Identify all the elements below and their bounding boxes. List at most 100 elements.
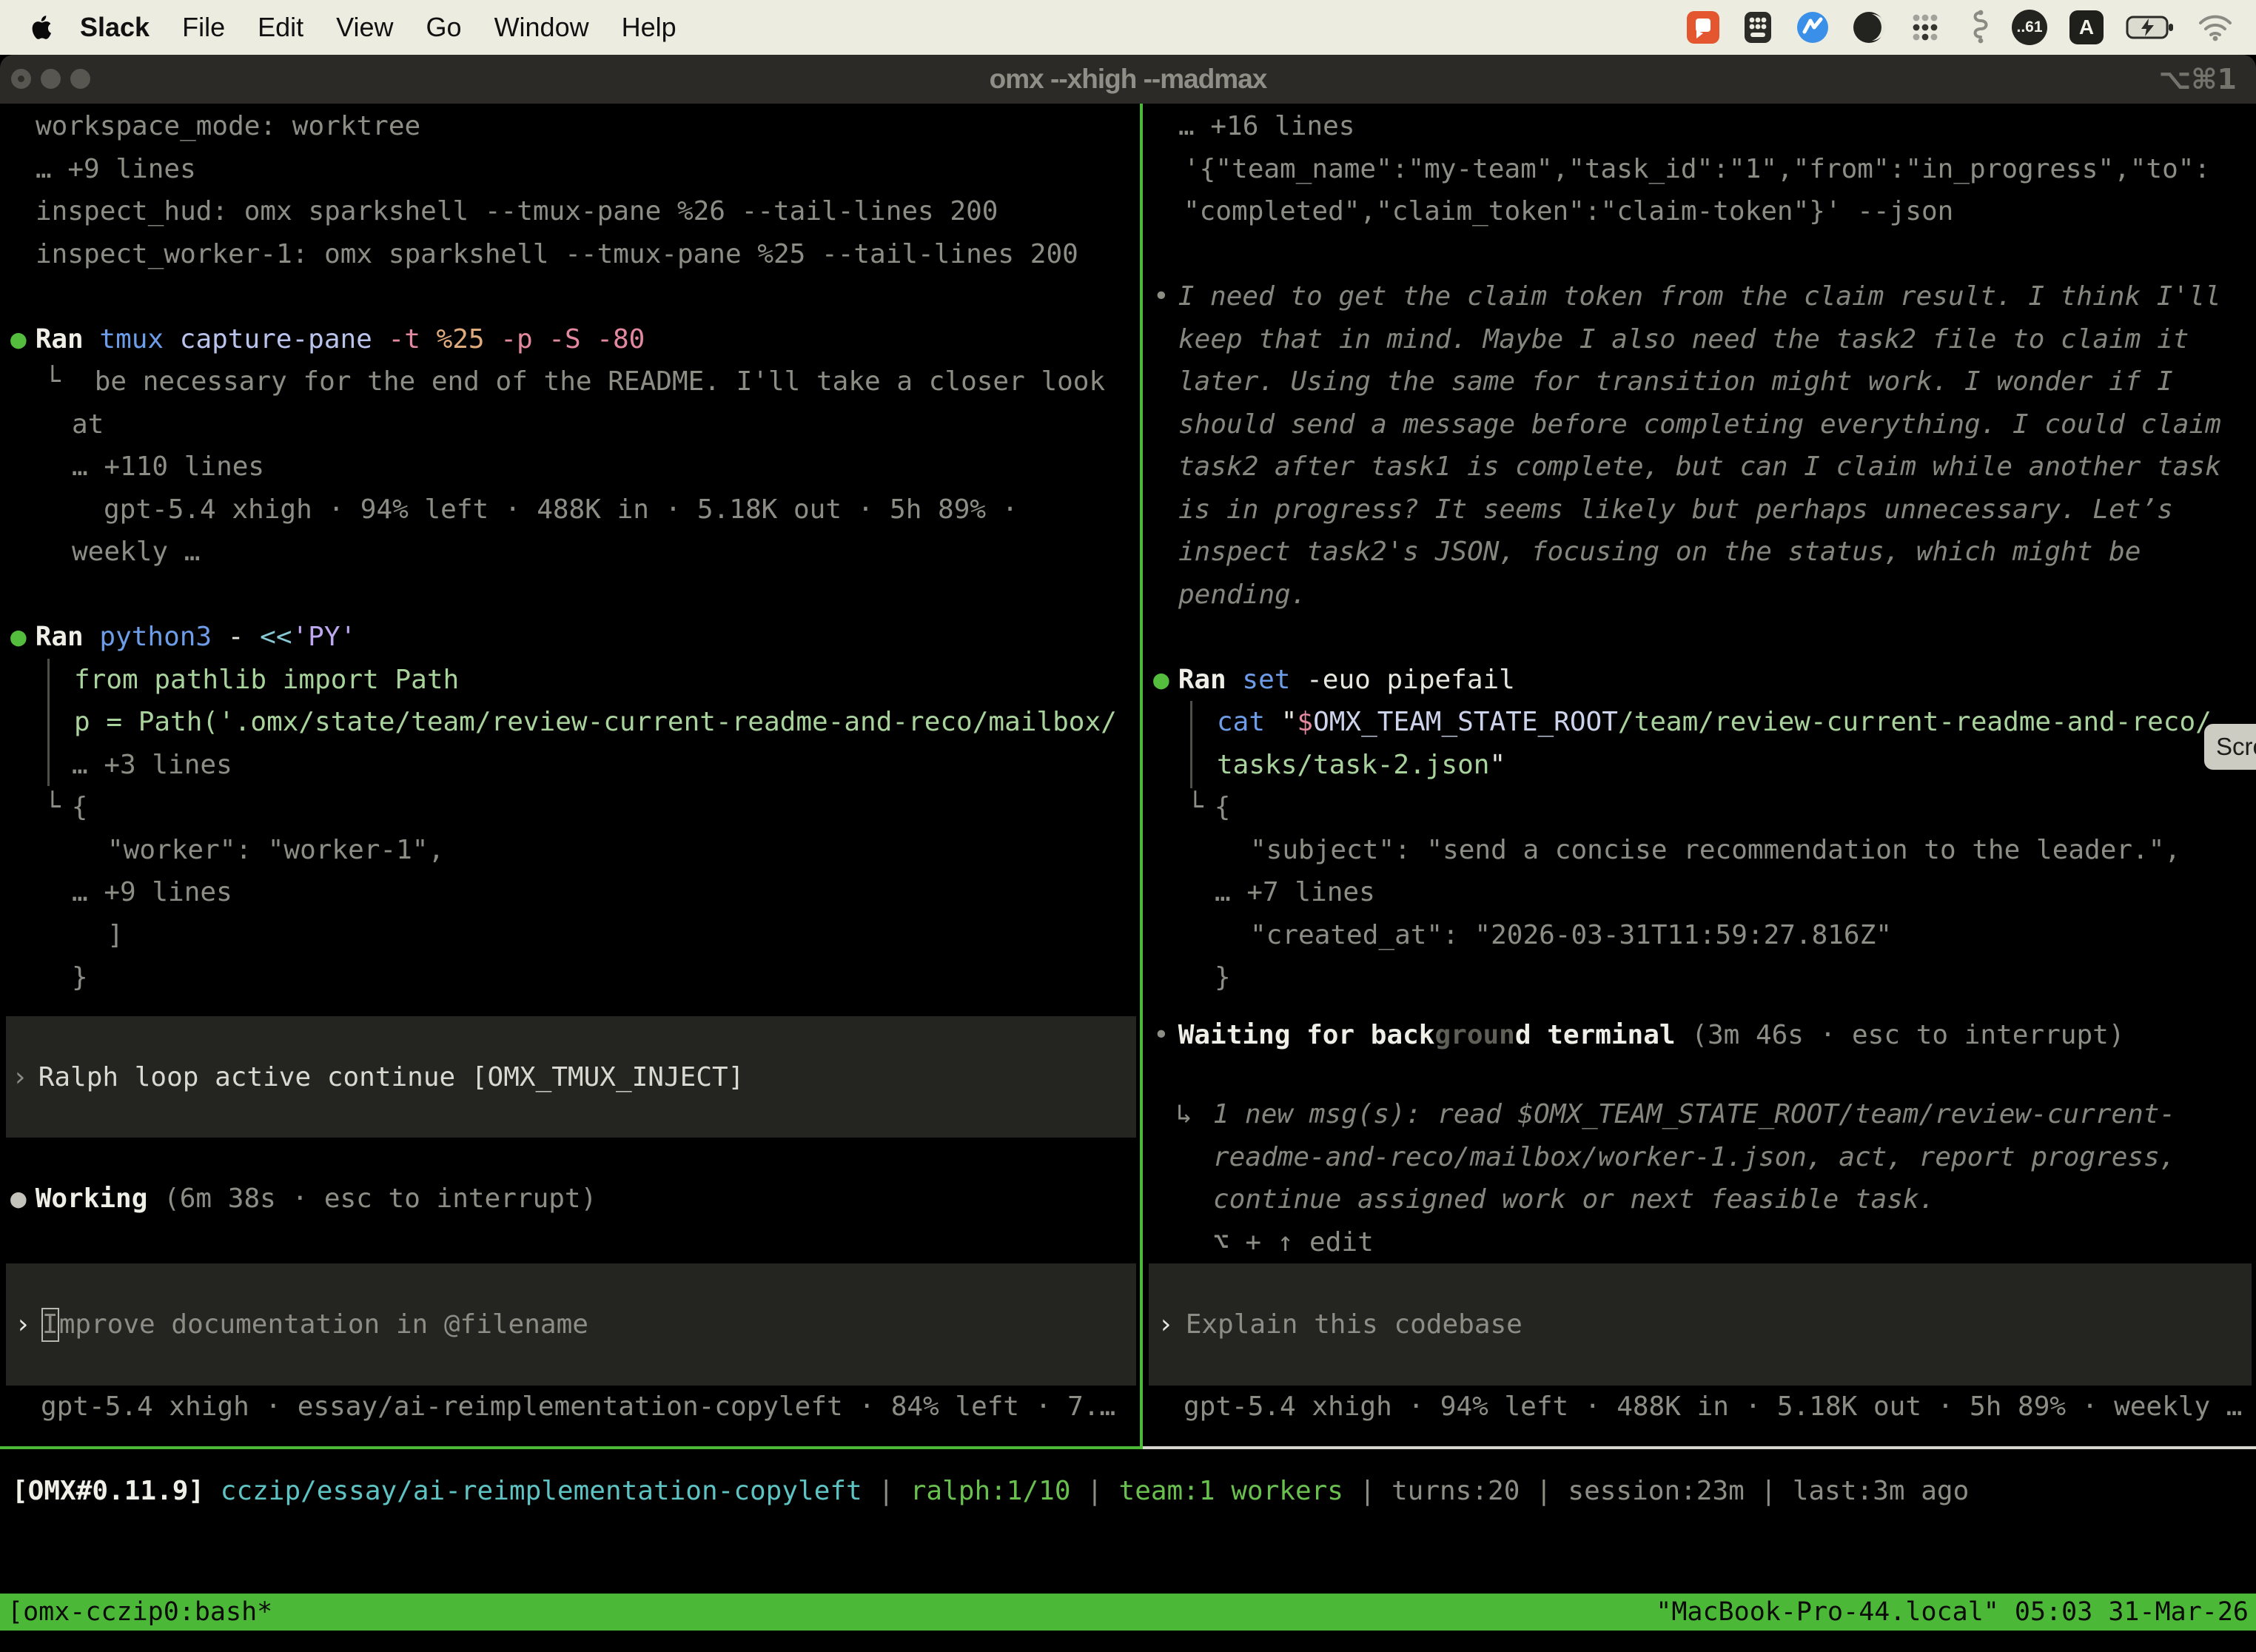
input-source-badge[interactable]: A	[2069, 10, 2104, 44]
terminal-line: … +110 lines	[0, 446, 1141, 488]
text-segment: {	[72, 792, 88, 822]
tmux-host-time: "MacBook-Pro-44.local" 05:03 31-Mar-26	[1656, 1594, 2249, 1631]
battery-icon[interactable]	[2126, 15, 2175, 40]
terminal-line: … +9 lines	[0, 871, 1141, 914]
model-status-left: gpt-5.4 xhigh · essay/ai-reimplementatio…	[0, 1386, 1141, 1428]
text-segment: <<	[244, 622, 292, 652]
prompt-input-left[interactable]: › I mprove documentation in @filename	[6, 1263, 1136, 1386]
terminal-window: omx --xhigh --madmax ⌥⌘1 workspace_mode:…	[0, 55, 2256, 1652]
terminal-line	[1143, 233, 2256, 276]
text-segment: [OMX#0.11.9]	[12, 1476, 221, 1506]
screen-tooltip: Scre	[2204, 724, 2256, 770]
crescent-app-icon[interactable]	[1852, 10, 1886, 44]
text-segment: OMX_TEAM_STATE_ROOT	[1313, 707, 1618, 737]
keyboard-icon[interactable]	[1742, 10, 1773, 44]
pane-left[interactable]: workspace_mode: worktree… +9 linesinspec…	[0, 104, 1141, 1446]
menu-status-icons: ..61 A	[1686, 10, 2256, 45]
text-segment: cczip/essay/ai-reimplementation-copyleft	[221, 1476, 862, 1506]
text-segment: -t	[372, 324, 420, 355]
terminal-line: pending.	[1143, 574, 2256, 617]
record-indicator-icon[interactable]	[1686, 10, 1720, 44]
text-segment: ↳	[1176, 1099, 1192, 1129]
window-titlebar[interactable]: omx --xhigh --madmax ⌥⌘1	[0, 55, 2256, 104]
terminal-line: weekly …	[0, 531, 1141, 574]
wifi-icon[interactable]	[2197, 13, 2234, 41]
text-segment: python3	[84, 622, 212, 652]
text-segment: capture-pane	[164, 324, 372, 355]
text-segment: |	[1071, 1476, 1119, 1506]
text-segment: Ran	[1178, 665, 1226, 695]
text-segment: -p -S -80	[485, 324, 645, 355]
squiggle-icon[interactable]	[1964, 10, 1990, 45]
text-segment: ●	[1153, 665, 1169, 695]
terminal-line: "completed","claim_token":"claim-token"}…	[1143, 190, 2256, 233]
terminal-line: └{	[1143, 786, 2256, 829]
text-segment: 'PY'	[292, 622, 357, 652]
text-segment: (3m 46s · esc to interrupt)	[1676, 1020, 2125, 1050]
text-segment: /team/review-current-readme-and-reco/	[1618, 707, 2212, 737]
terminal-line: '{"team_name":"my-team","task_id":"1","f…	[1143, 148, 2256, 191]
input-prompt-icon: ›	[1158, 1309, 1174, 1340]
text-segment: tasks/task-2.json	[1217, 750, 1489, 780]
terminal-line: inspect_hud: omx sparkshell --tmux-pane …	[0, 190, 1141, 233]
terminal-line: cat "$OMX_TEAM_STATE_ROOT/team/review-cu…	[1143, 701, 2256, 744]
dots-grid-icon[interactable]	[1908, 10, 1942, 44]
text-segment: %25	[420, 324, 485, 355]
terminal-line: tasks/task-2.json"	[1143, 744, 2256, 787]
prompt-input-right[interactable]: › Explain this codebase	[1149, 1263, 2252, 1386]
pane-bottom-border-inactive	[1143, 1446, 2256, 1449]
messenger-icon[interactable]	[1796, 10, 1830, 44]
menu-edit[interactable]: Edit	[258, 12, 303, 43]
menu-file[interactable]: File	[182, 12, 225, 43]
text-segment: Ran	[36, 622, 84, 652]
working-status: ●Working (6m 38s · esc to interrupt)	[0, 1178, 1141, 1220]
text-segment: •	[1153, 1020, 1169, 1050]
terminal-line: inspect_worker-1: omx sparkshell --tmux-…	[0, 233, 1141, 276]
terminal-line: from pathlib import Path	[0, 659, 1141, 702]
apple-menu-icon[interactable]	[30, 13, 53, 41]
text-segment: I need to get the claim token from the c…	[1178, 281, 2221, 312]
terminal-line: "created_at": "2026-03-31T11:59:27.816Z"	[1143, 914, 2256, 957]
text-segment: Waiting for back	[1178, 1020, 1435, 1050]
tmux-session-label[interactable]: [omx-cczip0:bash*	[7, 1594, 272, 1631]
text-segment: team:1 workers	[1119, 1476, 1343, 1506]
code-block-border	[47, 659, 50, 786]
terminal-line: … +7 lines	[1143, 871, 2256, 914]
text-segment: -	[212, 622, 244, 652]
text-segment: {	[1215, 792, 1231, 822]
menu-bar: Slack File Edit View Go Window Help ..61…	[0, 0, 2256, 55]
menu-app-slack[interactable]: Slack	[80, 12, 150, 43]
terminal-line: ]	[0, 914, 1141, 957]
terminal-line: readme-and-reco/mailbox/worker-1.json, a…	[1143, 1136, 2256, 1179]
menu-view[interactable]: View	[336, 12, 393, 43]
text-segment: Ran	[36, 324, 84, 355]
text-segment: $	[1297, 707, 1313, 737]
terminal-line: … +3 lines	[0, 744, 1141, 787]
menu-help[interactable]: Help	[622, 12, 677, 43]
terminal-line: ⌥ + ↑ edit	[1143, 1221, 2256, 1264]
text-segment: -euo pipefail	[1290, 665, 1514, 695]
terminal-line: }	[1143, 956, 2256, 999]
text-segment: |	[862, 1476, 910, 1506]
count-badge[interactable]: ..61	[2012, 10, 2047, 45]
terminal-line: inspect task2's JSON, focusing on the st…	[1143, 531, 2256, 574]
terminal-line: gpt-5.4 xhigh · 94% left · 488K in · 5.1…	[0, 488, 1141, 531]
omx-status-line: [OMX#0.11.9] cczip/essay/ai-reimplementa…	[0, 1470, 1969, 1513]
input-placeholder-right: Explain this codebase	[1186, 1309, 1523, 1340]
terminal-line: … +16 lines	[1143, 105, 2256, 148]
text-segment: set	[1226, 665, 1291, 695]
terminal-line: p = Path('.omx/state/team/review-current…	[0, 701, 1141, 744]
pane-right[interactable]: … +16 lines'{"team_name":"my-team","task…	[1143, 104, 2256, 1446]
text-segment: (6m 38s · esc to interrupt)	[147, 1183, 597, 1214]
text-segment: └	[44, 792, 61, 822]
terminal-line: task2 after task1 is complete, but can I…	[1143, 446, 2256, 488]
terminal-line: later. Using the same for transition mig…	[1143, 360, 2256, 403]
terminal-line: should send a message before completing …	[1143, 403, 2256, 446]
text-segment: cat	[1217, 707, 1265, 737]
terminal-line: └{	[0, 786, 1141, 829]
menu-go[interactable]: Go	[426, 12, 462, 43]
menu-window[interactable]: Window	[494, 12, 589, 43]
terminal-line: }	[0, 956, 1141, 999]
terminal-line: continue assigned work or next feasible …	[1143, 1178, 2256, 1221]
banner-text: Ralph loop active continue [OMX_TMUX_INJ…	[38, 1062, 745, 1092]
